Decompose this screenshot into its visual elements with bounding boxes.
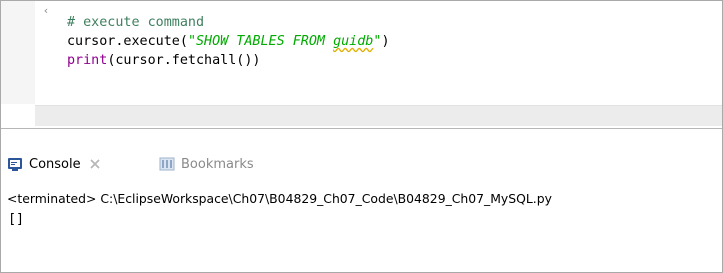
console-status-line: <terminated> C:\EclipseWorkspace\Ch07\B0… bbox=[7, 191, 552, 206]
code-token-string: "SHOW TABLES FROM bbox=[187, 34, 334, 49]
code-line[interactable]: # execute command bbox=[67, 13, 390, 32]
tab-console[interactable]: Console bbox=[7, 153, 101, 175]
horizontal-scrollbar[interactable] bbox=[35, 105, 722, 126]
tab-bookmarks[interactable]: Bookmarks bbox=[159, 153, 254, 175]
code-text[interactable]: # execute command cursor.execute("SHOW TA… bbox=[67, 13, 390, 70]
code-token-comment: # execute command bbox=[67, 15, 205, 30]
tab-bookmarks-label: Bookmarks bbox=[181, 156, 254, 172]
code-token-plain: ) bbox=[381, 34, 390, 49]
console-icon bbox=[7, 156, 23, 172]
console-view: Console Bookmarks <terminated> C:\Eclips… bbox=[1, 129, 722, 272]
code-token-builtin: print bbox=[67, 53, 108, 68]
code-line[interactable]: cursor.execute("SHOW TABLES FROM guidb") bbox=[67, 32, 390, 51]
tab-console-label: Console bbox=[29, 156, 81, 172]
code-token-string-underlined: guidb bbox=[333, 34, 374, 49]
eclipse-window: # execute command cursor.execute("SHOW TA… bbox=[0, 0, 723, 273]
scroll-left-arrow-icon[interactable]: ‹ bbox=[39, 3, 53, 19]
view-tab-bar: Console Bookmarks bbox=[1, 129, 722, 181]
code-token-plain: (cursor.fetchall()) bbox=[107, 53, 261, 68]
console-output[interactable]: [] bbox=[8, 212, 24, 227]
code-editor[interactable]: # execute command cursor.execute("SHOW TA… bbox=[1, 1, 722, 128]
code-token-plain: cursor.execute( bbox=[67, 34, 188, 49]
editor-gutter bbox=[1, 1, 35, 104]
code-line[interactable]: print(cursor.fetchall()) bbox=[67, 51, 390, 70]
bookmarks-icon bbox=[159, 156, 175, 172]
close-icon[interactable] bbox=[89, 158, 101, 170]
